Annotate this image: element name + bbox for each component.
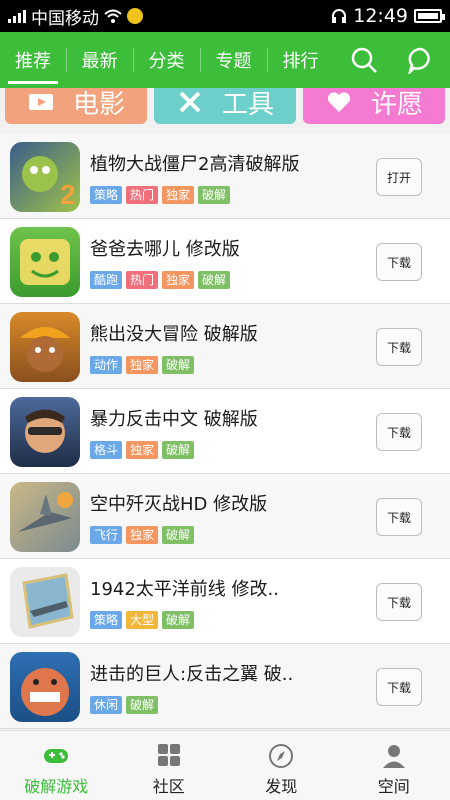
app-icon-baba: [10, 227, 80, 297]
tag-list: 酷跑 热门 独家 破解: [90, 271, 231, 289]
list-item[interactable]: 进击的巨人:反击之翼 破.. 休闲 破解 下载: [0, 644, 450, 729]
tag: 策略: [90, 611, 123, 629]
app-title: 植物大战僵尸2高清破解版: [90, 154, 300, 175]
tag-list: 飞行 独家 破解: [90, 526, 195, 544]
compass-icon: [269, 744, 294, 768]
tag: 破解: [198, 186, 231, 204]
download-button[interactable]: 下载: [376, 583, 422, 621]
tab-categories[interactable]: 分类: [133, 32, 200, 88]
app-title: 空中歼灭战HD 修改版: [90, 494, 268, 515]
app-title: 熊出没大冒险 破解版: [90, 324, 258, 345]
tag: 独家: [162, 186, 195, 204]
tag: 休闲: [90, 696, 123, 714]
download-button[interactable]: 下载: [376, 328, 422, 366]
tag: 独家: [126, 526, 159, 544]
app-title: 1942太平洋前线 修改..: [90, 579, 279, 600]
list-item[interactable]: 爸爸去哪儿 修改版 酷跑 热门 独家 破解 下载: [0, 219, 450, 304]
tag-list: 策略 大型 破解: [90, 611, 195, 629]
tag: 破解: [198, 271, 231, 289]
tag: 热门: [126, 271, 159, 289]
tag: 热门: [126, 186, 159, 204]
chat-bubble-icon[interactable]: [407, 46, 435, 74]
notification-app-icon: [127, 8, 143, 24]
category-wish[interactable]: 许愿: [303, 88, 445, 124]
tag: 破解: [162, 526, 195, 544]
download-button[interactable]: 下载: [376, 498, 422, 536]
tag: 破解: [162, 441, 195, 459]
tag: 破解: [126, 696, 159, 714]
top-nav: 推荐 最新 分类 专题 排行: [0, 32, 450, 88]
tag: 破解: [162, 356, 195, 374]
tag: 破解: [162, 611, 195, 629]
app-title: 爸爸去哪儿 修改版: [90, 239, 240, 260]
category-banner: 电影 工具 许愿: [0, 88, 450, 132]
tag: 动作: [90, 356, 123, 374]
download-button[interactable]: 下载: [376, 243, 422, 281]
gamepad-icon: [44, 749, 69, 763]
bottom-tab-discover[interactable]: 发现: [225, 731, 338, 800]
app-icon-1942-pacific: [10, 567, 80, 637]
tag-list: 策略 热门 独家 破解: [90, 186, 231, 204]
list-item[interactable]: 1942太平洋前线 修改.. 策略 大型 破解 下载: [0, 559, 450, 644]
app-title: 进击的巨人:反击之翼 破..: [90, 664, 294, 685]
status-bar: 中国移动 12:49: [0, 0, 450, 32]
tools-icon: [179, 91, 201, 113]
tag: 飞行: [90, 526, 123, 544]
tag: 大型: [126, 611, 159, 629]
user-icon: [382, 745, 405, 768]
category-film[interactable]: 电影: [5, 88, 147, 124]
app-icon-boonie-bears: [10, 312, 80, 382]
app-icon-air-strike: [10, 482, 80, 552]
app-title: 暴力反击中文 破解版: [90, 409, 258, 430]
tag: 格斗: [90, 441, 123, 459]
bottom-tab-community[interactable]: 社区: [113, 731, 226, 800]
open-button[interactable]: 打开: [376, 158, 422, 196]
film-icon: [28, 94, 53, 110]
clock: 12:49: [353, 5, 408, 27]
carrier-name: 中国移动: [31, 8, 99, 29]
download-button[interactable]: 下载: [376, 413, 422, 451]
headset-icon: [332, 9, 347, 23]
tag: 独家: [162, 271, 195, 289]
bottom-tab-cracked-games[interactable]: 破解游戏: [0, 731, 113, 800]
list-item[interactable]: 2 植物大战僵尸2高清破解版 策略 热门 独家 破解 打开: [0, 134, 450, 219]
category-tools[interactable]: 工具: [154, 88, 296, 124]
tag: 酷跑: [90, 271, 123, 289]
bottom-tab-space[interactable]: 空间: [338, 731, 450, 800]
app-icon-pvz2: 2: [10, 142, 80, 212]
search-icon[interactable]: [350, 46, 378, 74]
tag-list: 休闲 破解: [90, 696, 159, 714]
bottom-nav: 破解游戏 社区 发现 空间: [0, 730, 450, 800]
list-item[interactable]: 空中歼灭战HD 修改版 飞行 独家 破解 下载: [0, 474, 450, 559]
app-icon-attack-on-titan: [10, 652, 80, 722]
tag-list: 格斗 独家 破解: [90, 441, 195, 459]
download-button[interactable]: 下载: [376, 668, 422, 706]
tab-ranking[interactable]: 排行: [267, 32, 334, 88]
tab-recommended[interactable]: 推荐: [0, 32, 66, 88]
tag: 独家: [126, 356, 159, 374]
svg-text:2: 2: [60, 179, 76, 210]
signal-icon: [8, 9, 26, 23]
list-item[interactable]: 暴力反击中文 破解版 格斗 独家 破解 下载: [0, 389, 450, 474]
tag-list: 动作 独家 破解: [90, 356, 195, 374]
grid-icon: [157, 744, 180, 766]
tag: 独家: [126, 441, 159, 459]
tag: 策略: [90, 186, 123, 204]
app-icon-violence-strike: [10, 397, 80, 467]
tab-latest[interactable]: 最新: [66, 32, 133, 88]
heart-icon: [327, 92, 351, 112]
wifi-icon: [104, 9, 122, 23]
tab-topics[interactable]: 专题: [200, 32, 267, 88]
list-item[interactable]: 熊出没大冒险 破解版 动作 独家 破解 下载: [0, 304, 450, 389]
battery-icon: [414, 9, 445, 23]
app-list: 2 植物大战僵尸2高清破解版 策略 热门 独家 破解 打开 爸爸去哪儿 修改版 …: [0, 134, 450, 730]
